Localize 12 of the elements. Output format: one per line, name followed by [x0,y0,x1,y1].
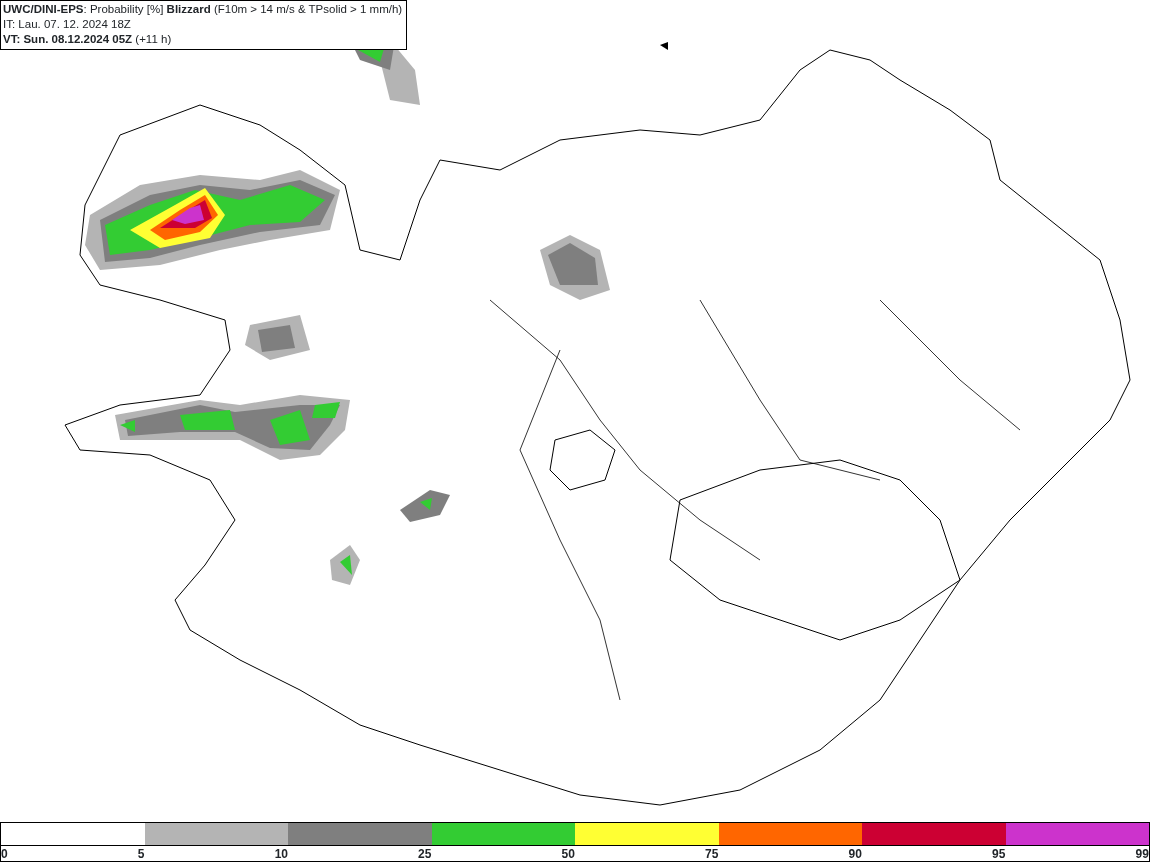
valid-time: VT: Sun. 08.12.2024 05Z (+11 h) [3,32,173,47]
legend-tick-label: 25 [418,847,432,861]
legend-tick-label: 0 [1,847,8,861]
legend-tick-label: 10 [274,847,288,861]
legend-tick-label: 75 [705,847,719,861]
legend-tick-label: 90 [848,847,862,861]
legend-tick-label: 5 [137,847,145,861]
legend-tick-label: 50 [561,847,575,861]
init-time: IT: Lau. 07. 12. 2024 18Z [3,17,132,32]
legend-tick-label: 95 [992,847,1006,861]
legend-tick-label: 99 [1135,847,1149,861]
map-title: UWC/DINI-EPS: Probability [%] Blizzard (F10m > 14 m/s & TPsolid > 1 mm/h) [3,2,403,17]
